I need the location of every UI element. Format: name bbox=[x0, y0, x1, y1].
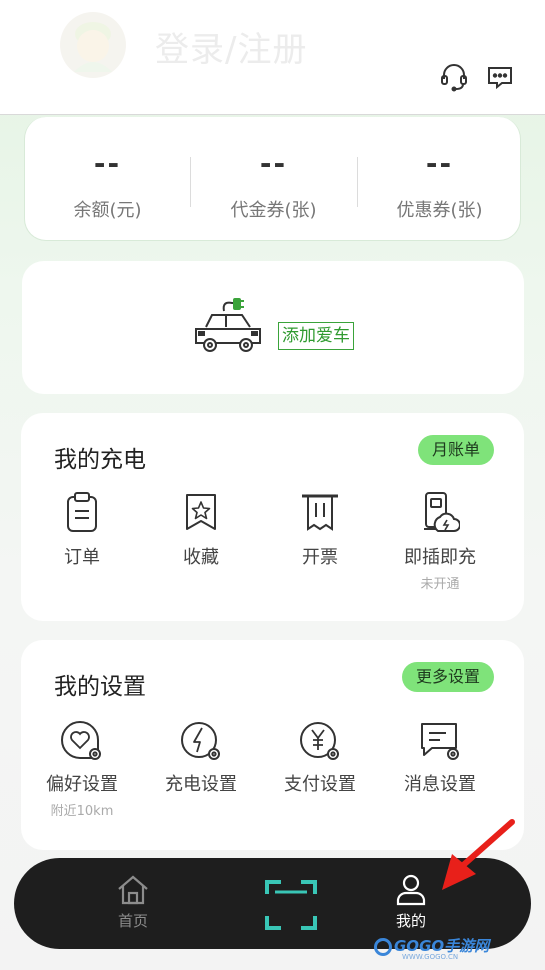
login-register-link[interactable]: 登录/注册 bbox=[155, 22, 307, 71]
add-car-button[interactable]: 添加爱车 bbox=[278, 322, 354, 350]
voucher-value: -- bbox=[259, 147, 288, 180]
payment-settings-item[interactable]: 支付设置 bbox=[265, 718, 375, 796]
tab-home-label: 首页 bbox=[117, 912, 148, 930]
favorites-label: 收藏 bbox=[183, 547, 219, 568]
balance-label: 余额(元) bbox=[73, 200, 142, 221]
watermark-logo: GOGO手游网 WWW.GOGO.CN bbox=[374, 935, 489, 961]
heart-gear-icon bbox=[61, 721, 101, 760]
scan-icon bbox=[265, 880, 317, 930]
charging-settings-label: 充电设置 bbox=[165, 774, 237, 795]
message-settings-item[interactable]: 消息设置 bbox=[385, 718, 495, 796]
plug-and-charge-item[interactable]: 即插即充 未开通 bbox=[385, 491, 495, 592]
coupon-value: -- bbox=[425, 147, 454, 180]
charging-settings-item[interactable]: 充电设置 bbox=[146, 718, 256, 796]
receipt-icon bbox=[302, 494, 338, 531]
voucher-label: 代金券(张) bbox=[230, 200, 317, 221]
plug-and-charge-label: 即插即充 bbox=[404, 547, 476, 568]
tab-mine-label: 我的 bbox=[395, 912, 426, 930]
star-bookmark-icon bbox=[186, 494, 216, 530]
preference-settings-value: 附近10km bbox=[50, 804, 114, 819]
add-car-card[interactable] bbox=[22, 261, 524, 394]
preference-settings-label: 偏好设置 bbox=[46, 774, 118, 795]
headset-icon[interactable] bbox=[439, 62, 469, 92]
orders-item[interactable]: 订单 bbox=[27, 491, 137, 569]
message-settings-label: 消息设置 bbox=[404, 774, 476, 795]
favorites-item[interactable]: 收藏 bbox=[146, 491, 256, 569]
clipboard-icon bbox=[67, 492, 97, 532]
message-gear-icon bbox=[421, 723, 459, 760]
payment-settings-label: 支付设置 bbox=[284, 774, 356, 795]
voucher-item[interactable]: -- 代金券(张) bbox=[191, 147, 356, 222]
plug-and-charge-status: 未开通 bbox=[420, 577, 460, 592]
plug-charge-icon bbox=[424, 492, 460, 532]
more-settings-button[interactable]: 更多设置 bbox=[401, 662, 494, 692]
profile-header: 登录/注册 bbox=[0, 0, 545, 115]
red-arrow-annotation bbox=[420, 818, 520, 902]
avatar[interactable] bbox=[60, 12, 126, 78]
bolt-gear-icon bbox=[181, 722, 220, 760]
watermark-circle-icon bbox=[374, 937, 392, 956]
invoice-label: 开票 bbox=[302, 547, 338, 568]
message-icon[interactable] bbox=[485, 62, 515, 92]
electric-car-icon bbox=[192, 297, 264, 361]
coupon-label: 优惠券(张) bbox=[396, 200, 483, 221]
invoice-item[interactable]: 开票 bbox=[265, 491, 375, 569]
section-title: 我的设置 bbox=[54, 674, 146, 700]
home-icon bbox=[118, 875, 148, 905]
orders-label: 订单 bbox=[64, 547, 100, 568]
coupon-item[interactable]: -- 优惠券(张) bbox=[357, 147, 522, 222]
preference-settings-item[interactable]: 偏好设置 附近10km bbox=[27, 718, 137, 819]
section-title: 我的充电 bbox=[54, 447, 146, 473]
balance-item[interactable]: -- 余额(元) bbox=[25, 147, 190, 222]
tab-home[interactable]: 首页 bbox=[88, 874, 178, 931]
balance-value: -- bbox=[93, 147, 122, 180]
wallet-card: -- 余额(元) -- 代金券(张) -- 优惠券(张) bbox=[24, 117, 521, 241]
scan-button[interactable] bbox=[246, 880, 336, 930]
my-charging-card: 我的充电 月账单 订单 收藏 开票 即插即充 未开通 bbox=[21, 413, 524, 621]
yen-gear-icon bbox=[300, 722, 339, 760]
monthly-bill-button[interactable]: 月账单 bbox=[417, 435, 494, 465]
